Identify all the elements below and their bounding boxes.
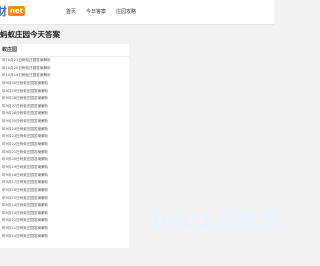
panel-header: 蚁庄园 (0, 44, 129, 57)
page-title: 蚂蚁庄园今天答案 (0, 30, 60, 39)
list-item[interactable]: 年9月27日蚂蚁庄园答案解析 (0, 103, 129, 111)
list-item[interactable]: 年9月26日蚂蚁庄园答案解析 (0, 110, 129, 118)
list-item[interactable]: 年9月10日蚂蚁庄园答案解析 (0, 233, 129, 241)
watermark-text: 0401导航库 (152, 208, 280, 233)
main-nav: 首页 今日答案 庄园攻略 (66, 9, 136, 15)
answer-list: 年10月21日蚂蚁庄园答案解析 年10月20日蚂蚁庄园答案解析 年10月19日蚂… (0, 57, 129, 240)
site-logo[interactable]: 财 net (0, 4, 26, 18)
nav-link-today-answer[interactable]: 今日答案 (86, 9, 106, 15)
logo-badge: net (8, 6, 26, 16)
list-item[interactable]: 年9月23日蚂蚁庄园答案解析 (0, 133, 129, 141)
list-item[interactable]: 年9月29日蚂蚁庄园答案解析 (0, 88, 129, 96)
list-item[interactable]: 年9月19日蚂蚁庄园答案解析 (0, 164, 129, 172)
nav-link-manor-guide[interactable]: 庄园攻略 (116, 9, 136, 15)
answer-list-panel: 蚁庄园 年10月21日蚂蚁庄园答案解析 年10月20日蚂蚁庄园答案解析 年10月… (0, 44, 129, 248)
list-item[interactable]: 年9月11日蚂蚁庄园答案解析 (0, 225, 129, 233)
list-item[interactable]: 年9月18日蚂蚁庄园答案解析 (0, 172, 129, 180)
logo-text: 财 (0, 5, 7, 18)
top-navigation-bar: 财 net 首页 今日答案 庄园攻略 (0, 0, 274, 25)
list-item[interactable]: 年9月12日蚂蚁庄园答案解析 (0, 217, 129, 225)
list-item[interactable]: 年9月22日蚂蚁庄园答案解析 (0, 141, 129, 149)
list-item[interactable]: 年9月21日蚂蚁庄园答案解析 (0, 149, 129, 157)
list-item[interactable]: 年9月24日蚂蚁庄园答案解析 (0, 126, 129, 134)
list-item[interactable]: 年9月15日蚂蚁庄园答案解析 (0, 195, 129, 203)
list-item[interactable]: 年9月30日蚂蚁庄园答案解析 (0, 80, 129, 88)
list-item[interactable]: 年9月13日蚂蚁庄园答案解析 (0, 210, 129, 218)
list-item[interactable]: 年9月17日蚂蚁庄园答案解析 (0, 179, 129, 187)
list-item[interactable]: 年9月28日蚂蚁庄园答案解析 (0, 95, 129, 103)
list-item[interactable]: 年10月19日蚂蚁庄园答案解析 (0, 72, 129, 80)
list-item[interactable]: 年9月16日蚂蚁庄园答案解析 (0, 187, 129, 195)
nav-link-home[interactable]: 首页 (66, 9, 76, 15)
list-item[interactable]: 年10月21日蚂蚁庄园答案解析 (0, 57, 129, 65)
list-item[interactable]: 年9月14日蚂蚁庄园答案解析 (0, 202, 129, 210)
list-item[interactable]: 年9月20日蚂蚁庄园答案解析 (0, 156, 129, 164)
list-item[interactable]: 年9月25日蚂蚁庄园答案解析 (0, 118, 129, 126)
list-item[interactable]: 年10月20日蚂蚁庄园答案解析 (0, 65, 129, 73)
